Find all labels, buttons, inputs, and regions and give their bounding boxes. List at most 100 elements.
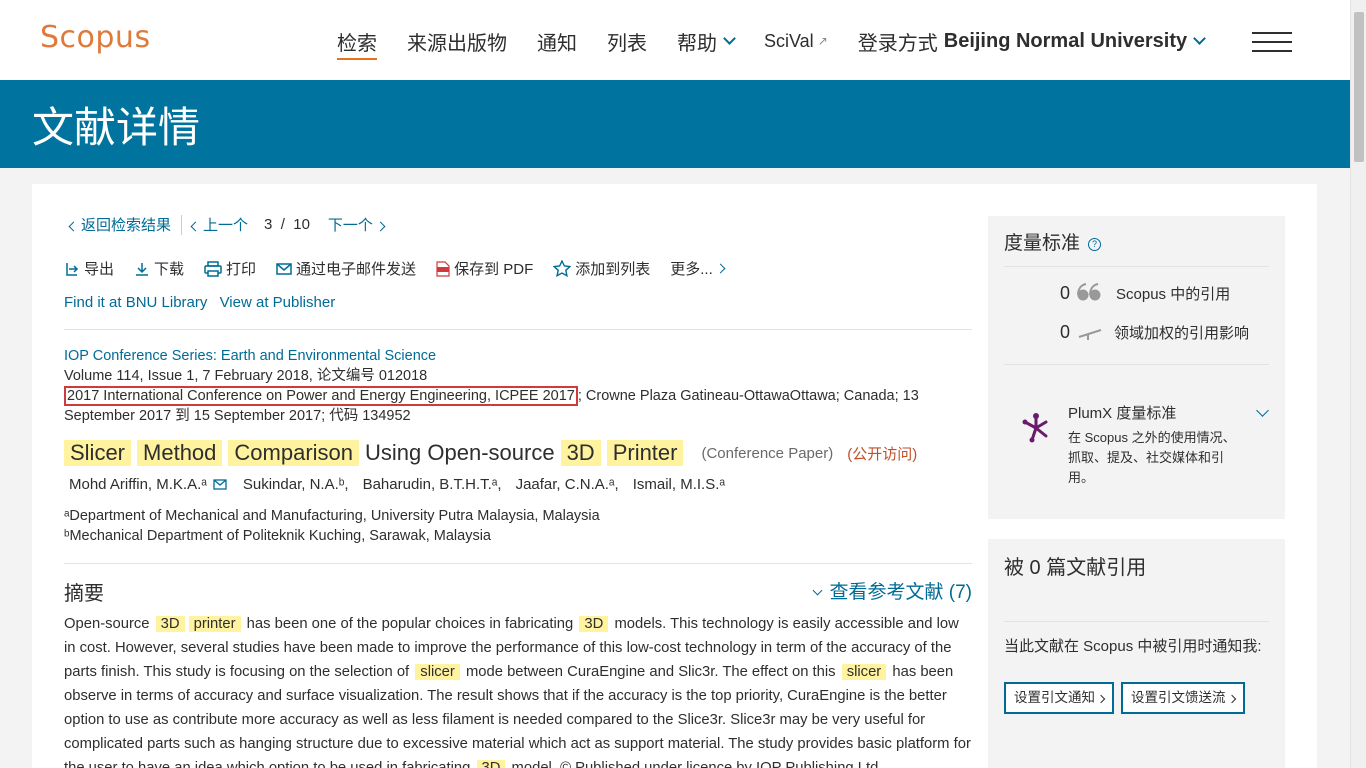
chevron-down-icon [723,31,736,45]
abstract-highlight: 3D [155,616,185,632]
nav-login-prefix: 登录方式 [857,32,938,55]
print-label: 打印 [226,261,257,278]
abstract-heading: 摘要 [64,583,104,605]
abstract-highlight: 3D [476,760,506,768]
divider [1004,621,1269,622]
pager-slash: / [280,216,285,233]
author-link[interactable]: Jaafar, C.N.A.ᵃ, [516,476,619,493]
document-title: Slicer Method Comparison Using Open-sour… [64,440,917,466]
nav-lists[interactable]: 列表 [607,27,647,56]
affiliation-b: ᵇMechanical Department of Politeknik Kuc… [64,528,491,544]
scrollbar-thumb[interactable] [1354,12,1364,162]
title-highlight-term: Slicer [64,440,132,466]
venue-text: ; Crowne Plaza Gatineau-OttawaOttawa; Ca… [577,388,919,404]
email-icon[interactable] [213,479,227,490]
page-title: 文献详情 [32,104,201,151]
save-pdf-button[interactable]: 保存到 PDF [436,258,533,279]
scopus-logo[interactable]: Scopus [40,20,151,55]
plumx-description: 在 Scopus 之外的使用情况、抓取、提及、社交媒体和引用。 [1068,430,1236,485]
author-link[interactable]: Baharudin, B.T.H.T.ᵃ, [363,476,502,493]
author-link[interactable]: Sukindar, N.A.ᵇ, [243,476,349,493]
export-button[interactable]: 导出 [64,258,114,279]
result-pager: 返回检索结果 上一个 3 / 10 下一个 [68,214,386,235]
top-bar: Scopus 检索 来源出版物 通知 列表 帮助 SciVal ↗ 登录方式 Bei… [0,0,1350,80]
add-to-list-button[interactable]: 添加到列表 [553,258,650,279]
citation-label: Scopus 中的引用 [1116,285,1231,303]
divider [64,329,972,330]
citation-count-metric[interactable]: 0 Scopus 中的引用 [1060,282,1230,304]
print-button[interactable]: 打印 [204,258,256,279]
scrollbar[interactable] [1350,0,1366,768]
conference-dates: September 2017 到 15 September 2017; 代码 1… [64,408,411,424]
nav-alerts[interactable]: 通知 [537,27,577,56]
title-highlight-term: Comparison [228,440,360,466]
abstract-segment: Open-source [64,616,150,632]
chevron-left-icon [190,221,201,232]
fwci-metric[interactable]: 0 领域加权的引用影响 [1060,322,1249,343]
author-link[interactable]: Ismail, M.I.S.ᵃ [633,476,725,493]
print-icon [204,260,222,277]
pager-current: 3 [264,216,273,233]
nav-help-label: 帮助 [677,32,717,55]
download-icon [136,262,149,276]
document-type: (Conference Paper) [701,444,834,462]
bnu-library-link[interactable]: Find it at BNU Library [64,294,207,311]
full-text-links: Find it at BNU Library View at Publisher [64,294,343,311]
main-nav: 检索 来源出版物 通知 列表 帮助 SciVal ↗ 登录方式 Beijing No… [337,26,1234,60]
abstract-highlight: 3D [579,616,609,632]
previous-link[interactable]: 上一个 [190,214,249,235]
set-citation-feed-button[interactable]: 设置引文馈送流 [1121,682,1245,714]
document-card: 返回检索结果 上一个 3 / 10 下一个 导出 下载 打印 通过电子邮件发送 [32,184,1317,768]
set-citation-alert-label: 设置引文通知 [1014,690,1095,705]
title-text: Using Open-source [365,440,555,465]
abstract-segment: has been one of the popular choices in f… [246,616,574,632]
citation-count: 0 [1060,282,1071,303]
export-icon [66,262,79,276]
download-button[interactable]: 下载 [134,258,184,279]
star-icon [553,260,572,277]
nav-scival[interactable]: SciVal ↗ [764,31,828,52]
open-access-badge: (公开访问) [847,445,918,463]
pager-divider [181,214,183,235]
journal-link[interactable]: IOP Conference Series: Earth and Environ… [64,348,436,364]
metrics-panel: 度量标准? 0 Scopus 中的引用 0 领域加权的引用影响 PlumX 度量… [988,216,1285,519]
plumx-title[interactable]: PlumX 度量标准 [1068,402,1176,423]
next-link[interactable]: 下一个 [327,214,386,235]
more-label: 更多... [670,261,713,278]
chevron-down-icon[interactable] [1256,404,1269,417]
download-label: 下载 [154,261,185,278]
email-icon [276,262,292,275]
set-citation-alert-button[interactable]: 设置引文通知 [1004,682,1114,714]
affiliations: ᵃDepartment of Mechanical and Manufactur… [64,506,600,546]
email-button[interactable]: 通过电子邮件发送 [276,258,416,279]
nav-login[interactable]: 登录方式 Beijing Normal University [857,27,1207,56]
chevron-right-icon [375,221,386,232]
nav-help[interactable]: 帮助 [677,27,736,56]
help-icon[interactable]: ? [1088,238,1102,251]
nav-search[interactable]: 检索 [337,27,377,60]
publisher-link[interactable]: View at Publisher [220,294,336,311]
save-pdf-label: 保存到 PDF [454,261,534,278]
divider [64,563,972,564]
metrics-heading-label: 度量标准 [1004,233,1081,254]
next-label: 下一个 [327,217,373,234]
more-button[interactable]: 更多... [670,258,726,279]
view-references-link[interactable]: 查看参考文献 (7) [813,577,972,604]
author-list: Mohd Ariffin, M.K.A.ᵃ Sukindar, N.A.ᵇ, B… [69,476,739,493]
view-references-label: 查看参考文献 (7) [829,582,972,603]
divider [1004,266,1269,267]
abstract-segment: mode between CuraEngine and Slic3r. The … [465,664,836,680]
back-to-results-label: 返回检索结果 [81,217,172,234]
title-highlight-term: Printer [606,440,684,466]
back-to-results-link[interactable]: 返回检索结果 [68,214,172,235]
pager-total: 10 [293,216,310,233]
previous-label: 上一个 [203,217,249,234]
chevron-right-icon [715,263,726,274]
abstract-text: Open-source 3D printer has been one of th… [64,612,972,768]
nav-sources[interactable]: 来源出版物 [407,27,507,56]
plumx-icon [1022,413,1048,443]
author-link[interactable]: Mohd Ariffin, M.K.A.ᵃ [69,476,207,493]
fwci-label: 领域加权的引用影响 [1114,325,1250,342]
hamburger-menu-icon[interactable] [1252,32,1292,52]
weighted-impact-icon [1078,328,1102,340]
